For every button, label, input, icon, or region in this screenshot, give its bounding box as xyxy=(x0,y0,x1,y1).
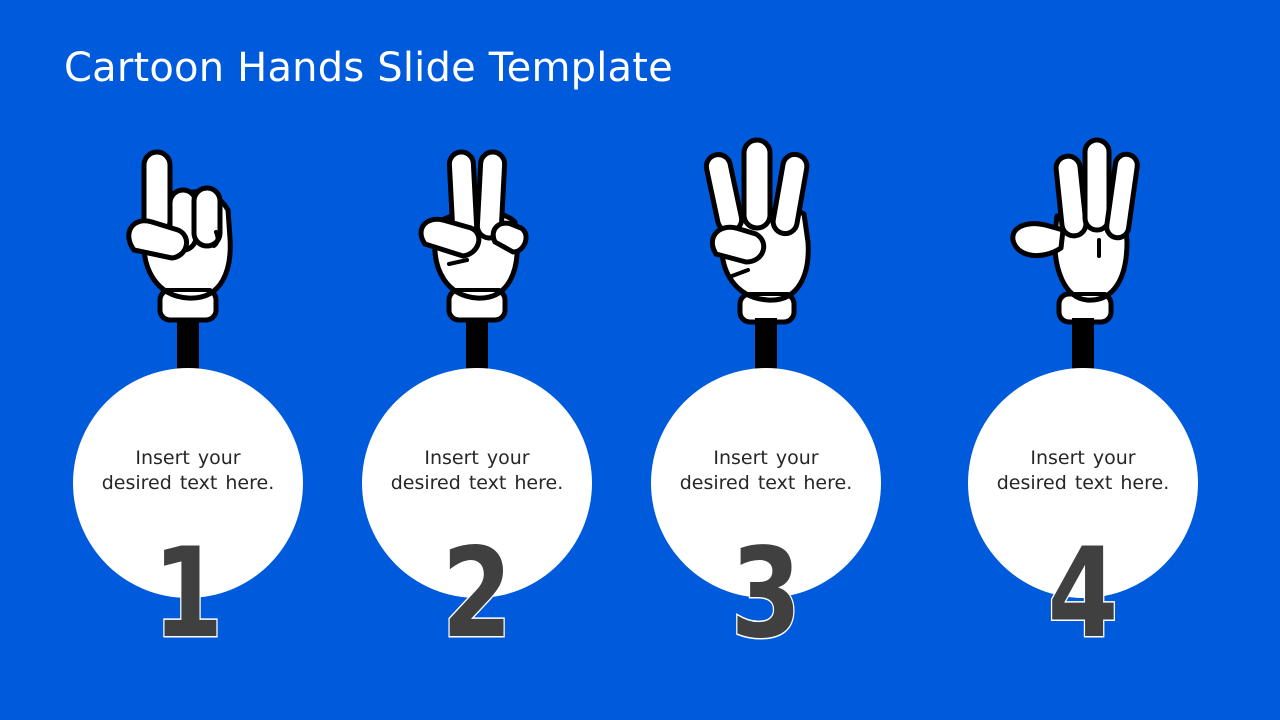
arm xyxy=(1072,318,1094,374)
step-item-2: Insert your desired text here. 2 xyxy=(357,130,597,670)
text-line-2: desired text here. xyxy=(996,472,1170,494)
text-line-1: Insert your xyxy=(1030,447,1136,469)
text-line-2: desired text here. xyxy=(101,472,275,494)
step-item-1: Insert your desired text here. 1 xyxy=(68,130,308,670)
arm xyxy=(177,318,199,374)
four-fingers-hand-icon xyxy=(1003,130,1163,330)
text-line-1: Insert your xyxy=(135,447,241,469)
slide-title: Cartoon Hands Slide Template xyxy=(64,45,673,91)
one-finger-hand-icon xyxy=(108,130,268,330)
slide: Cartoon Hands Slide Template Insert your… xyxy=(0,0,1280,720)
step-number: 2 xyxy=(440,522,513,666)
step-item-4: Insert your desired text here. 4 xyxy=(963,130,1203,670)
circle-text: Insert your desired text here. xyxy=(671,446,861,496)
circle-text: Insert your desired text here. xyxy=(93,446,283,496)
step-number: 3 xyxy=(729,522,802,666)
text-line-2: desired text here. xyxy=(390,472,564,494)
arm xyxy=(755,318,777,374)
circle-text: Insert your desired text here. xyxy=(382,446,572,496)
arm xyxy=(466,318,488,374)
three-fingers-hand-icon xyxy=(686,130,846,330)
step-item-3: Insert your desired text here. 3 xyxy=(646,130,886,670)
peace-sign-hand-icon xyxy=(397,130,557,330)
circle-text: Insert your desired text here. xyxy=(988,446,1178,496)
step-number: 4 xyxy=(1046,522,1119,666)
text-line-2: desired text here. xyxy=(679,472,853,494)
step-number: 1 xyxy=(151,522,224,666)
text-line-1: Insert your xyxy=(424,447,530,469)
text-line-1: Insert your xyxy=(713,447,819,469)
